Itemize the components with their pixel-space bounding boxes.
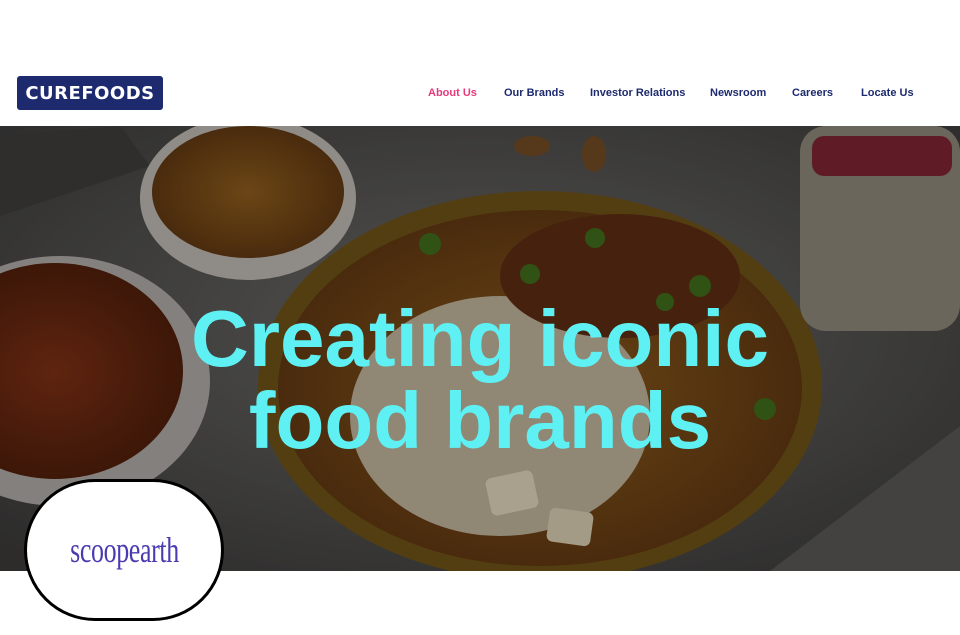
hero-title-line-2: food brands xyxy=(248,376,712,465)
nav-investor-relations[interactable]: Investor Relations xyxy=(590,87,685,99)
nav-about-us[interactable]: About Us xyxy=(428,87,477,99)
top-spacer xyxy=(0,0,960,62)
navbar: CUREFOODS About Us Our Brands Investor R… xyxy=(0,62,960,126)
watermark-text: scoopearth xyxy=(69,530,179,570)
hero-title: Creating iconic food brands xyxy=(0,298,960,462)
nav-careers[interactable]: Careers xyxy=(792,87,833,99)
curefoods-logo[interactable]: CUREFOODS xyxy=(17,76,163,110)
scoopearth-watermark: scoopearth xyxy=(24,479,224,621)
nav-locate-us[interactable]: Locate Us xyxy=(861,87,914,99)
logo-text: CUREFOODS xyxy=(25,82,155,104)
nav-newsroom[interactable]: Newsroom xyxy=(710,87,766,99)
nav-our-brands[interactable]: Our Brands xyxy=(504,87,565,99)
hero-title-line-1: Creating iconic xyxy=(191,294,769,383)
